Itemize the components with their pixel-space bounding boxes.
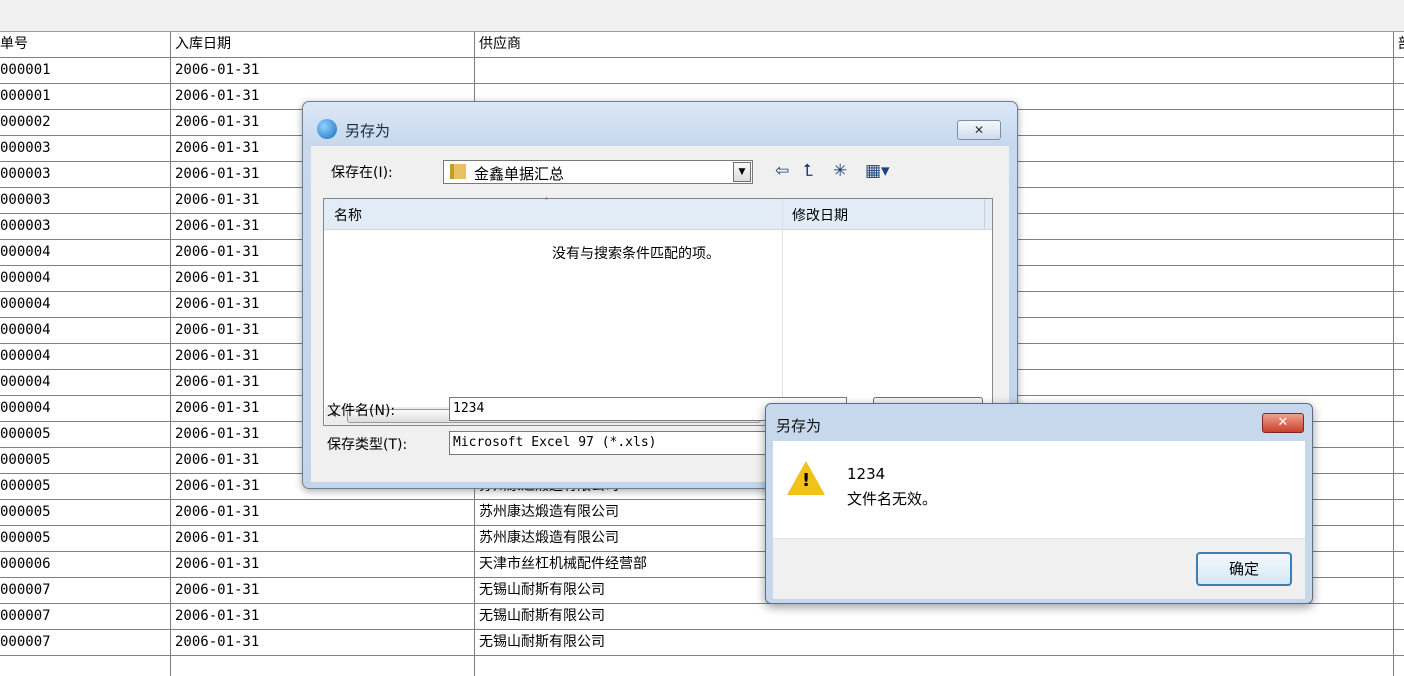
header-dept[interactable]: 部 (1398, 32, 1404, 57)
table-cell (1398, 344, 1404, 369)
table-cell: 000007 (0, 608, 51, 624)
back-icon[interactable]: ⇦ (775, 160, 789, 182)
table-cell: 000005 (0, 426, 51, 442)
table-cell: 000002 (0, 114, 51, 130)
table-cell (1398, 604, 1404, 629)
table-cell (1398, 526, 1404, 551)
table-cell: 000006 (0, 556, 51, 572)
table-cell: 000005 (0, 478, 51, 494)
warning-mark: ! (802, 470, 811, 491)
table-cell: 000004 (0, 322, 51, 338)
table-cell: 2006-01-31 (175, 530, 260, 546)
file-list[interactable]: 名称 ˄ 修改日期 没有与搜索条件匹配的项。 ◂ III ▸ (323, 197, 993, 427)
dialog-close-button[interactable]: ✕ (957, 120, 1001, 140)
table-cell (1398, 370, 1404, 395)
table-cell (1398, 630, 1404, 655)
table-cell: 000001 (0, 62, 51, 78)
sort-arrow-icon: ˄ (544, 197, 549, 208)
app-icon (317, 119, 337, 139)
table-cell: 000005 (0, 504, 51, 520)
table-cell (1398, 58, 1404, 83)
table-cell (1398, 500, 1404, 525)
table-cell (1398, 474, 1404, 499)
table-cell: 000003 (0, 218, 51, 234)
table-cell: 2006-01-31 (175, 504, 260, 520)
table-cell: 000003 (0, 140, 51, 156)
table-cell: 2006-01-31 (175, 62, 260, 78)
table-cell: 000001 (0, 88, 51, 104)
table-cell (1398, 136, 1404, 161)
table-cell: 无锡山耐斯有限公司 (479, 608, 605, 624)
table-cell (1398, 578, 1404, 603)
table-cell: 2006-01-31 (175, 608, 260, 624)
table-cell: 2006-01-31 (175, 634, 260, 650)
look-in-label: 保存在(I): (331, 165, 393, 181)
table-cell: 000007 (0, 582, 51, 598)
chevron-down-icon[interactable]: ▼ (733, 162, 751, 182)
table-cell: 000005 (0, 452, 51, 468)
table-cell (1398, 552, 1404, 577)
header-order-no[interactable]: 单号 (0, 32, 170, 57)
table-cell (1398, 292, 1404, 317)
column-name[interactable]: 名称 (334, 205, 362, 225)
table-cell: 000004 (0, 374, 51, 390)
empty-message: 没有与搜索条件匹配的项。 (552, 246, 720, 262)
message-body: ! 1234 文件名无效。 确定 (773, 441, 1305, 599)
table-row[interactable]: 000001 2006-01-31 (0, 58, 1404, 84)
table-cell (1398, 162, 1404, 187)
file-name-label: 文件名(N): (327, 403, 396, 419)
look-in-value: 金鑫单据汇总 (474, 165, 565, 183)
table-row[interactable]: 000007 2006-01-31 无锡山耐斯有限公司 (0, 630, 1404, 656)
table-cell (1398, 188, 1404, 213)
file-type-label: 保存类型(T): (327, 437, 408, 453)
table-cell: 000004 (0, 244, 51, 260)
table-cell (1398, 422, 1404, 447)
ok-button[interactable]: 确定 (1196, 552, 1292, 586)
up-folder-icon[interactable]: ⮤ (803, 160, 813, 182)
message-filename: 1234 (847, 465, 886, 483)
table-cell (1398, 266, 1404, 291)
table-cell (1398, 214, 1404, 239)
table-cell (1398, 318, 1404, 343)
table-cell (479, 58, 1391, 83)
error-message-box: 另存为 ✕ ! 1234 文件名无效。 确定 (765, 403, 1313, 604)
table-cell: 000003 (0, 192, 51, 208)
new-folder-icon[interactable]: ✳ (833, 160, 847, 182)
table-row[interactable]: 000007 2006-01-31 无锡山耐斯有限公司 (0, 604, 1404, 630)
dialog-title: 另存为 (345, 122, 391, 140)
message-close-button[interactable]: ✕ (1262, 413, 1304, 433)
table-cell: 000005 (0, 530, 51, 546)
table-cell: 无锡山耐斯有限公司 (479, 634, 605, 650)
column-date[interactable]: 修改日期 (792, 205, 848, 225)
column-divider (782, 199, 783, 427)
message-title: 另存为 (776, 417, 822, 435)
message-text: 文件名无效。 (847, 490, 938, 508)
table-cell: 000007 (0, 634, 51, 650)
table-cell: 2006-01-31 (175, 582, 260, 598)
header-supplier[interactable]: 供应商 (479, 32, 1391, 57)
table-cell: 000003 (0, 166, 51, 182)
column-divider (984, 199, 985, 229)
table-cell (1398, 448, 1404, 473)
file-list-header: 名称 ˄ 修改日期 (324, 197, 992, 230)
view-menu-icon[interactable]: ▦▾ (865, 160, 890, 182)
grid-header-row: 单号 入库日期 供应商 部 (0, 32, 1404, 58)
folder-icon (450, 164, 466, 179)
grid-column-divider (1393, 32, 1394, 676)
look-in-select[interactable]: 金鑫单据汇总 ▼ (443, 160, 753, 184)
table-cell: 000004 (0, 348, 51, 364)
table-cell: 000004 (0, 400, 51, 416)
table-cell (1398, 240, 1404, 265)
header-date[interactable]: 入库日期 (175, 32, 471, 57)
table-cell (1398, 396, 1404, 421)
table-cell: 000004 (0, 296, 51, 312)
table-cell: 2006-01-31 (175, 556, 260, 572)
toolbar-area (0, 0, 1404, 32)
table-cell (1398, 84, 1404, 109)
table-cell (1398, 110, 1404, 135)
table-cell: 000004 (0, 270, 51, 286)
grid-column-divider (170, 32, 171, 676)
